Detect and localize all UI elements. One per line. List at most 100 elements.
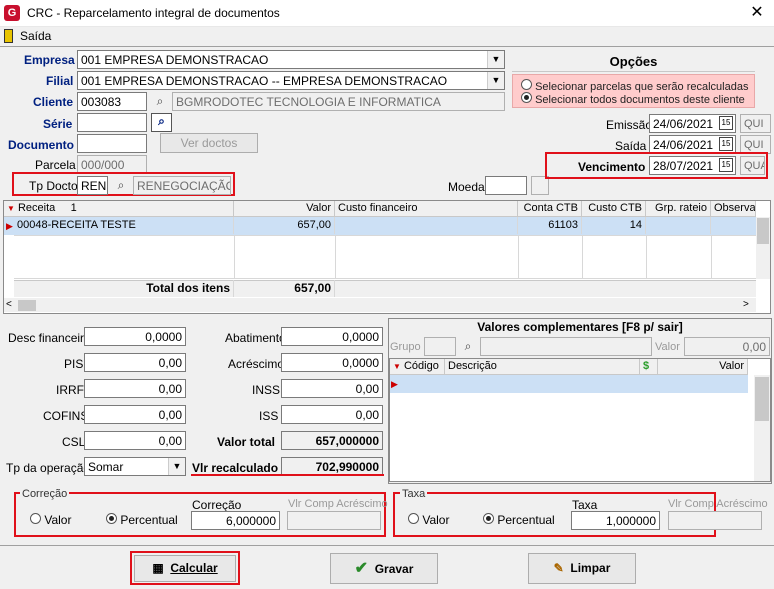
- correcao-input[interactable]: 6,000000: [191, 511, 280, 530]
- chevron-down-icon[interactable]: ▼: [487, 51, 504, 68]
- grupo-desc-field: [480, 337, 652, 356]
- inss-input[interactable]: 0,00: [281, 379, 383, 398]
- hscroll-thumb[interactable]: [18, 300, 36, 311]
- gravar-label: Gravar: [374, 562, 414, 576]
- grupo-input[interactable]: [424, 337, 456, 356]
- cell-receita: 00048-RECEITA TESTE: [14, 217, 234, 234]
- documento-label: Documento: [8, 138, 74, 152]
- abatimento-input[interactable]: 0,0000: [281, 327, 383, 346]
- cell-grp-rateio: [646, 217, 711, 234]
- radio-opcao-2[interactable]: [521, 92, 532, 103]
- serie-input[interactable]: [77, 113, 147, 132]
- sort-order: 1: [70, 202, 77, 214]
- correcao-comp-input[interactable]: [287, 511, 381, 530]
- csl-input[interactable]: 0,00: [84, 431, 186, 450]
- col-receita[interactable]: ▼ Receita 1: [4, 201, 234, 217]
- tpdocto-name-field: RENEGOCIAÇÃO: [133, 176, 231, 195]
- total-label: Total dos itens: [14, 280, 234, 297]
- calendar-icon[interactable]: 15: [719, 158, 733, 172]
- binoculars-icon[interactable]: ⌕: [150, 94, 170, 109]
- col-grp-rateio[interactable]: Grp. rateio: [646, 201, 711, 217]
- pis-label: PIS: [64, 357, 84, 371]
- limpar-button[interactable]: ✎ Limpar: [528, 553, 636, 584]
- chevron-down-icon[interactable]: ▼: [168, 458, 185, 475]
- acrescimo-input[interactable]: 0,0000: [281, 353, 383, 372]
- col-custo-ctb[interactable]: Custo CTB: [582, 201, 646, 217]
- desc-fin-input[interactable]: 0,0000: [84, 327, 186, 346]
- radio-opcao-1[interactable]: [521, 79, 532, 90]
- radio-correcao-percentual[interactable]: [106, 513, 117, 524]
- calcular-button[interactable]: ▦ Calcular: [134, 555, 236, 582]
- emissao-label: Emissão: [606, 118, 653, 132]
- irrf-input[interactable]: 0,00: [84, 379, 186, 398]
- calendar-icon[interactable]: 15: [719, 116, 733, 130]
- filial-value: 001 EMPRESA DEMONSTRACAO -- EMPRESA DEMO…: [81, 74, 448, 88]
- cell-custo-ctb: 14: [582, 217, 646, 234]
- empresa-value: 001 EMPRESA DEMONSTRACAO: [81, 53, 269, 67]
- emissao-weekday: QUI: [740, 114, 771, 133]
- col-divider: [711, 235, 712, 279]
- exit-door-icon: [4, 29, 13, 43]
- grupo-label: Grupo: [390, 341, 421, 353]
- divider: [0, 46, 774, 47]
- comp-valor-input[interactable]: 0,00: [684, 337, 770, 356]
- taxa-opt-percentual[interactable]: Percentual: [483, 513, 555, 527]
- moeda-input[interactable]: [485, 176, 527, 195]
- calendar-icon[interactable]: 15: [719, 137, 733, 151]
- search-binoculars-icon[interactable]: ⌕: [151, 113, 172, 132]
- binoculars-icon[interactable]: ⌕: [111, 178, 131, 193]
- close-button[interactable]: ✕: [742, 2, 772, 24]
- filial-select[interactable]: 001 EMPRESA DEMONSTRACAO -- EMPRESA DEMO…: [77, 71, 505, 90]
- col-conta-ctb[interactable]: Conta CTB: [518, 201, 582, 217]
- col-codigo[interactable]: ▼ Código: [390, 359, 445, 375]
- iss-input[interactable]: 0,00: [281, 405, 383, 424]
- ver-doctos-button[interactable]: Ver doctos: [160, 133, 258, 153]
- pis-input[interactable]: 0,00: [84, 353, 186, 372]
- chevron-left-icon[interactable]: <: [6, 299, 12, 310]
- scrollbar-thumb[interactable]: [757, 218, 769, 244]
- col-descricao[interactable]: Descrição: [445, 359, 640, 375]
- opcao-parcelas[interactable]: Selecionar parcelas que serão recalculad…: [521, 79, 748, 93]
- correcao-opt-valor[interactable]: Valor: [30, 513, 71, 527]
- scrollbar-thumb[interactable]: [755, 377, 769, 421]
- gravar-button[interactable]: ✔ Gravar: [330, 553, 438, 584]
- taxa-field-label: Taxa: [572, 498, 598, 512]
- saida-label: Saída: [615, 139, 647, 153]
- taxa-comp-input[interactable]: [668, 511, 762, 530]
- correcao-opt-percentual[interactable]: Percentual: [106, 513, 178, 527]
- empresa-select[interactable]: 001 EMPRESA DEMONSTRACAO: [77, 50, 505, 69]
- taxa-input[interactable]: 1,000000: [571, 511, 660, 530]
- radio-taxa-valor[interactable]: [408, 513, 419, 524]
- total-value: 657,00: [234, 280, 335, 297]
- cliente-code-input[interactable]: 003083: [77, 92, 147, 111]
- tpdocto-label: Tp Docto: [29, 179, 78, 193]
- tpdocto-code-input[interactable]: REN: [77, 176, 108, 195]
- cofins-input[interactable]: 0,00: [84, 405, 186, 424]
- documento-input[interactable]: [77, 134, 147, 153]
- sort-arrow-icon: ▼: [7, 204, 15, 213]
- menu-saida[interactable]: Saída: [20, 29, 51, 43]
- taxa-valor-label: Valor: [422, 513, 450, 527]
- opcao-todos[interactable]: Selecionar todos documentos deste client…: [521, 92, 745, 106]
- col-valor[interactable]: Valor: [234, 201, 335, 217]
- chevron-down-icon[interactable]: ▼: [487, 72, 504, 89]
- horizontal-scrollbar[interactable]: [4, 298, 756, 312]
- table-row[interactable]: [390, 375, 748, 393]
- iss-label: ISS: [259, 409, 279, 423]
- col-observacao[interactable]: Observaç: [711, 201, 756, 217]
- col-custo-financeiro[interactable]: Custo financeiro: [335, 201, 518, 217]
- binoculars-icon[interactable]: ⌕: [458, 339, 478, 354]
- taxa-opt-valor[interactable]: Valor: [408, 513, 449, 527]
- cliente-label: Cliente: [33, 95, 74, 109]
- parcela-label: Parcela: [35, 158, 76, 172]
- vlr-recalc-underline: [191, 474, 384, 476]
- radio-taxa-percentual[interactable]: [483, 513, 494, 524]
- col-comp-valor[interactable]: Valor: [658, 359, 748, 375]
- radio-correcao-valor[interactable]: [30, 513, 41, 524]
- chevron-right-icon[interactable]: >: [743, 299, 749, 310]
- col-divider: [518, 235, 519, 279]
- cell-custo-financeiro: [335, 217, 518, 234]
- saida-value: 24/06/2021: [653, 138, 714, 152]
- taxa-group-label: Taxa: [400, 488, 428, 500]
- taxa-comp-label: Vlr Comp Acréscimo: [668, 498, 768, 510]
